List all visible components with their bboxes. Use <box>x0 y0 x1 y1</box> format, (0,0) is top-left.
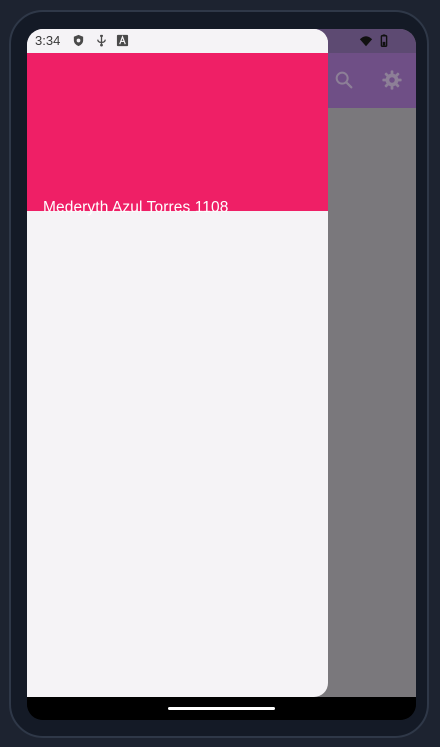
phone-screen: 3:34 Mederyth Azul Torres 1108 <box>27 29 416 720</box>
search-icon[interactable] <box>333 69 355 91</box>
system-nav-bar <box>27 697 416 720</box>
usb-icon <box>97 34 106 47</box>
text-a-icon <box>116 34 129 47</box>
battery-icon <box>380 34 388 47</box>
status-time: 3:34 <box>35 33 61 48</box>
navigation-drawer: 3:34 Mederyth Azul Torres 1108 <box>27 29 328 697</box>
settings-gear-icon[interactable] <box>381 69 403 91</box>
status-bar: 3:34 <box>27 29 328 53</box>
shield-icon <box>73 34 84 47</box>
drawer-header: Mederyth Azul Torres 1108 <box>27 53 328 216</box>
wifi-icon <box>359 36 373 47</box>
home-gesture-pill[interactable] <box>168 707 275 710</box>
drawer-header-name: Mederyth Azul Torres 1108 <box>43 199 229 216</box>
